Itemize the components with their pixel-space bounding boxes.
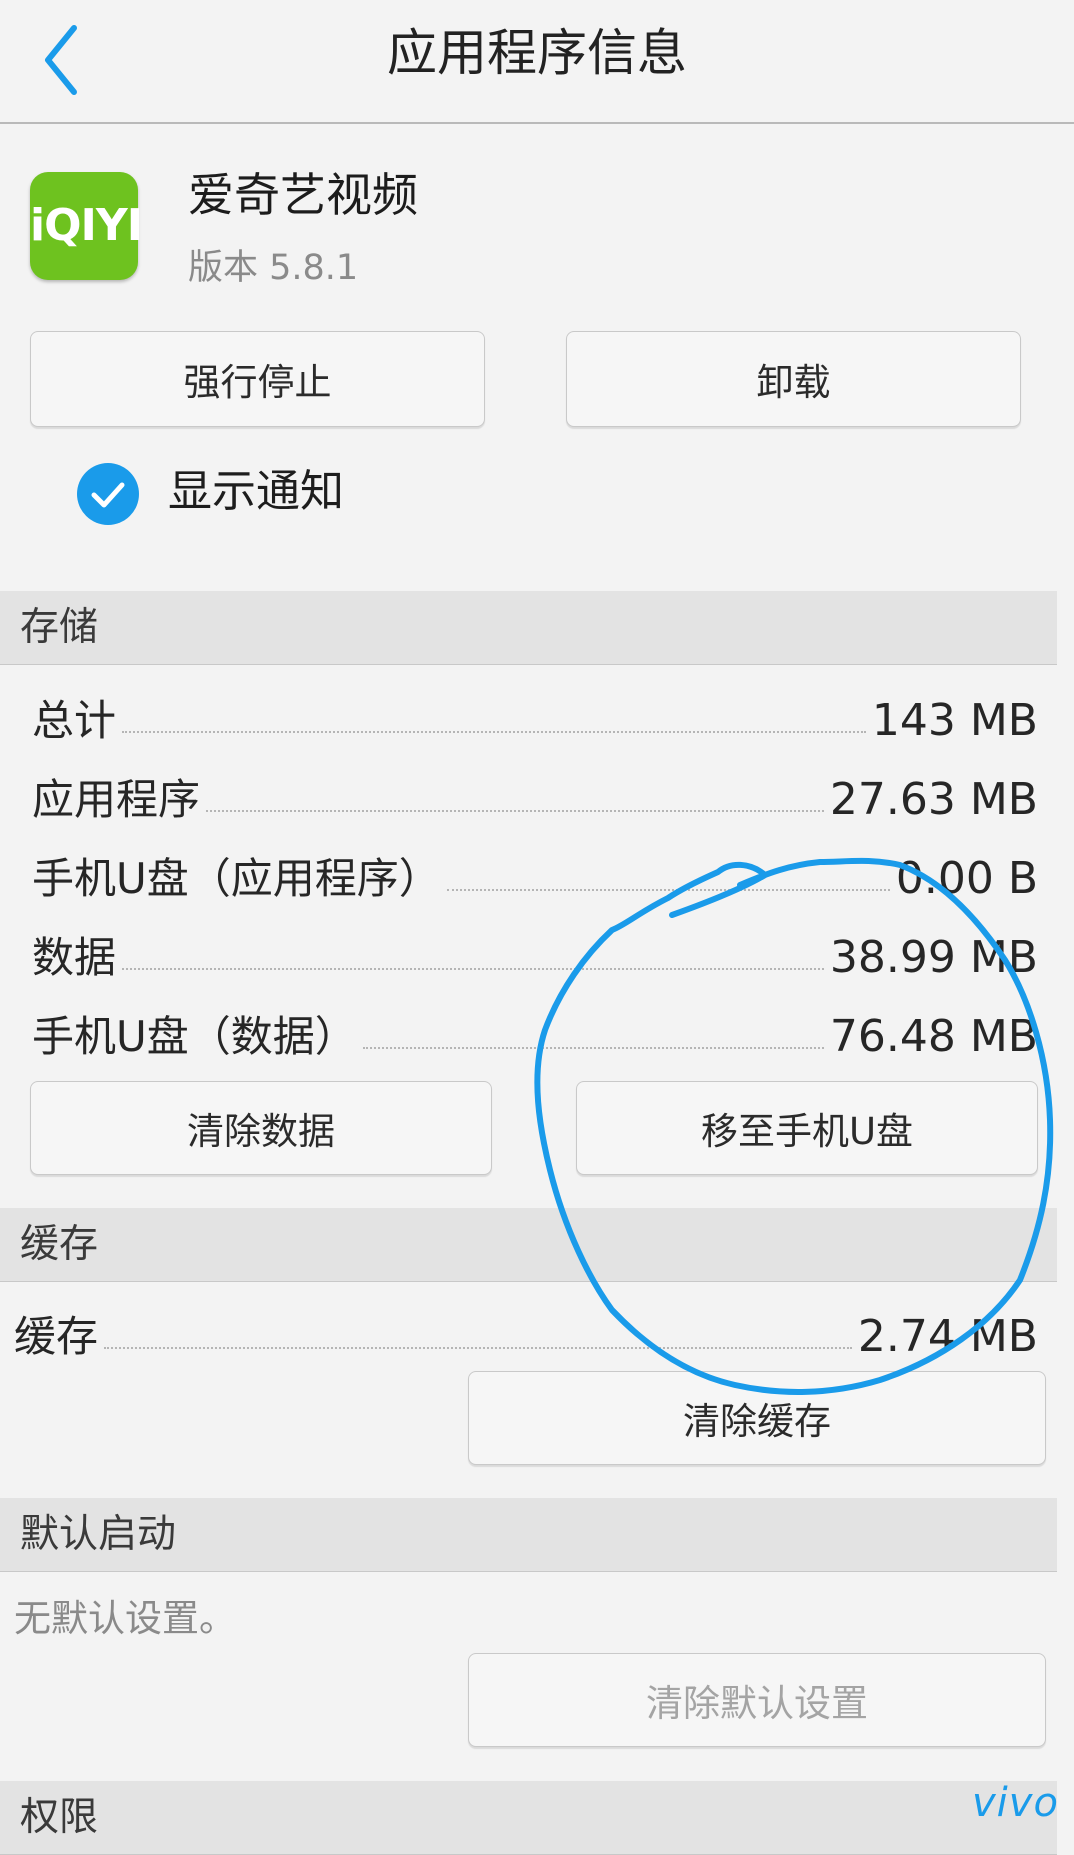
show-notifications-checkbox[interactable]	[77, 463, 139, 525]
storage-row-u-app: 手机U盘（应用程序） 0.00 B	[32, 839, 1038, 909]
row-value: 76.48 MB	[829, 1011, 1038, 1062]
row-label: 手机U盘（数据）	[32, 1012, 357, 1061]
dotted-leader	[122, 968, 824, 970]
cache-section-header	[0, 1208, 1057, 1282]
row-label: 总计	[32, 696, 117, 745]
page-title: 应用程序信息	[387, 24, 687, 82]
row-value: 38.99 MB	[829, 932, 1038, 983]
app-icon-logo: iQIYI	[30, 200, 143, 251]
dotted-leader	[206, 810, 824, 812]
permissions-section-title: 权限	[20, 1795, 99, 1840]
row-value: 27.63 MB	[829, 774, 1038, 825]
storage-section-title: 存储	[20, 605, 99, 650]
storage-section-header	[0, 591, 1057, 665]
storage-row-total: 总计 143 MB	[32, 681, 1038, 751]
cache-row: 缓存 2.74 MB	[14, 1297, 1038, 1367]
row-label: 应用程序	[32, 775, 201, 824]
no-default-text: 无默认设置。	[14, 1597, 236, 1640]
cache-section-title: 缓存	[20, 1222, 99, 1267]
uninstall-button[interactable]: 卸载	[566, 331, 1021, 427]
storage-row-app: 应用程序 27.63 MB	[32, 760, 1038, 830]
app-version: 版本 5.8.1	[188, 248, 359, 288]
clear-cache-button[interactable]: 清除缓存	[468, 1371, 1046, 1465]
show-notifications-label: 显示通知	[168, 466, 344, 517]
dotted-leader	[104, 1347, 852, 1349]
row-label: 手机U盘（应用程序）	[32, 854, 441, 903]
storage-row-data: 数据 38.99 MB	[32, 918, 1038, 988]
clear-data-button[interactable]: 清除数据	[30, 1081, 492, 1175]
app-name: 爱奇艺视频	[188, 168, 418, 222]
storage-row-u-data: 手机U盘（数据） 76.48 MB	[32, 997, 1038, 1067]
dotted-leader	[122, 731, 866, 733]
clear-defaults-button[interactable]: 清除默认设置	[468, 1653, 1046, 1747]
default-launch-section-title: 默认启动	[20, 1512, 177, 1557]
row-label: 缓存	[14, 1312, 99, 1361]
row-value: 2.74 MB	[857, 1311, 1038, 1362]
row-value: 143 MB	[871, 695, 1038, 746]
dotted-leader	[446, 889, 890, 891]
row-value: 0.00 B	[895, 853, 1038, 904]
check-icon	[91, 482, 125, 508]
force-stop-button[interactable]: 强行停止	[30, 331, 485, 427]
move-to-u-disk-button[interactable]: 移至手机U盘	[576, 1081, 1038, 1175]
row-label: 数据	[32, 933, 117, 982]
permissions-section-header	[0, 1781, 1057, 1855]
dotted-leader	[362, 1047, 824, 1049]
